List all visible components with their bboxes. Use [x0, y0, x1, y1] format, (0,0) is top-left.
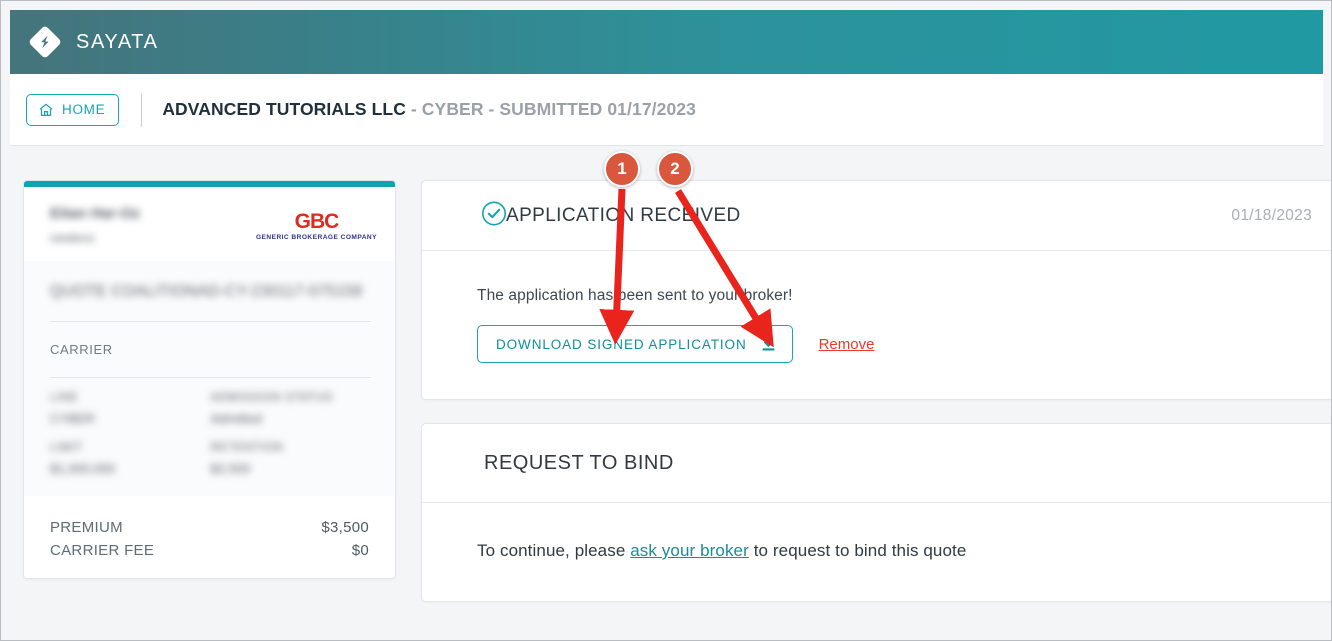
pricing-section: PREMIUM $3,500 CARRIER FEE $0	[24, 496, 395, 578]
panel-header: REQUEST TO BIND	[422, 424, 1331, 503]
breadcrumb-bar: HOME ADVANCED TUTORIALS LLC - CYBER - SU…	[10, 74, 1323, 146]
carrier-row: CARRIER	[24, 322, 395, 377]
application-received-panel: APPLICATION RECEIVED 01/18/2023 The appl…	[421, 180, 1331, 400]
detail-label: RETENTION	[210, 442, 284, 454]
breadcrumb-status: - CYBER - SUBMITTED 01/17/2023	[405, 99, 696, 119]
detail-value: $1,000,000	[50, 461, 116, 476]
broker-subtitle: newbroc	[50, 231, 96, 245]
policy-details-grid: LINE CYBER ADMISSION STATUS Admitted LIM…	[24, 378, 395, 496]
breadcrumb: ADVANCED TUTORIALS LLC - CYBER - SUBMITT…	[162, 99, 696, 120]
detail-value: $2,500	[210, 461, 251, 476]
pricing-value: $0	[351, 542, 369, 559]
detail-label: ADMISSION STATUS	[210, 392, 334, 404]
bind-instruction: To continue, please ask your broker to r…	[477, 541, 1312, 561]
brokerage-logo-subtitle: GENERIC BROKERAGE COMPANY	[255, 234, 377, 241]
bind-text-after: to request to bind this quote	[748, 541, 967, 560]
quote-id: QUOTE COALITIONAD-CY-230117-075158	[50, 283, 363, 300]
detail-cell-admission-status: ADMISSION STATUS Admitted	[211, 392, 372, 426]
download-signed-application-button[interactable]: DOWNLOAD SIGNED APPLICATION	[477, 325, 793, 363]
content-area: Eitan Har-Oz newbroc GBC GENERIC BROKERA…	[10, 146, 1331, 640]
broker-header: Eitan Har-Oz newbroc GBC GENERIC BROKERA…	[24, 187, 395, 261]
download-icon	[761, 336, 776, 352]
detail-value: CYBER	[50, 411, 95, 426]
panel-body: The application has been sent to your br…	[422, 251, 1331, 399]
main-panels: APPLICATION RECEIVED 01/18/2023 The appl…	[421, 180, 1331, 602]
application-sent-message: The application has been sent to your br…	[477, 287, 793, 304]
carrier-label: CARRIER	[50, 342, 113, 357]
panel-title: APPLICATION RECEIVED	[506, 205, 741, 226]
brokerage-logo: GBC GENERIC BROKERAGE COMPANY	[256, 205, 377, 241]
brand-logo[interactable]: SAYATA	[28, 25, 159, 59]
pricing-label: PREMIUM	[50, 519, 123, 536]
quote-id-row: QUOTE COALITIONAD-CY-230117-075158	[24, 261, 395, 322]
detail-value: Admitted	[210, 411, 262, 426]
quote-summary-card: Eitan Har-Oz newbroc GBC GENERIC BROKERA…	[23, 180, 396, 579]
home-button-label: HOME	[62, 102, 106, 117]
ask-your-broker-link[interactable]: ask your broker	[630, 541, 749, 560]
panel-body: To continue, please ask your broker to r…	[422, 503, 1331, 601]
home-icon	[38, 102, 54, 118]
pricing-label: CARRIER FEE	[50, 542, 155, 559]
pricing-row-carrier-fee: CARRIER FEE $0	[50, 539, 369, 562]
brand-name: SAYATA	[76, 30, 159, 53]
breadcrumb-company: ADVANCED TUTORIALS LLC	[162, 99, 406, 119]
bind-text-before: To continue, please	[477, 541, 631, 560]
panel-date: 01/18/2023	[1231, 207, 1312, 224]
home-button[interactable]: HOME	[26, 93, 120, 126]
breadcrumb-divider	[141, 92, 143, 127]
top-brand-bar: SAYATA	[10, 10, 1323, 74]
pricing-value: $3,500	[321, 519, 369, 536]
request-to-bind-panel: REQUEST TO BIND To continue, please ask …	[421, 423, 1331, 602]
action-row: DOWNLOAD SIGNED APPLICATION Remove	[477, 325, 1312, 363]
panel-title: REQUEST TO BIND	[484, 452, 674, 474]
detail-cell-retention: RETENTION $2,500	[211, 442, 372, 476]
download-button-label: DOWNLOAD SIGNED APPLICATION	[496, 336, 747, 352]
detail-label: LINE	[50, 392, 79, 404]
panel-header: APPLICATION RECEIVED 01/18/2023	[422, 181, 1331, 251]
broker-name: Eitan Har-Oz	[50, 205, 141, 222]
detail-cell-line: LINE CYBER	[50, 392, 211, 426]
remove-link[interactable]: Remove	[819, 336, 875, 353]
application-window: SAYATA HOME ADVANCED TUTORIALS LLC - CYB…	[0, 0, 1332, 641]
brokerage-logo-mark: GBC	[294, 210, 340, 233]
detail-cell-limit: LIMIT $1,000,000	[50, 442, 211, 476]
pricing-row-premium: PREMIUM $3,500	[50, 516, 369, 539]
check-circle-icon	[481, 200, 507, 231]
sayata-diamond-logo-icon	[28, 25, 62, 59]
detail-label: LIMIT	[50, 442, 83, 454]
